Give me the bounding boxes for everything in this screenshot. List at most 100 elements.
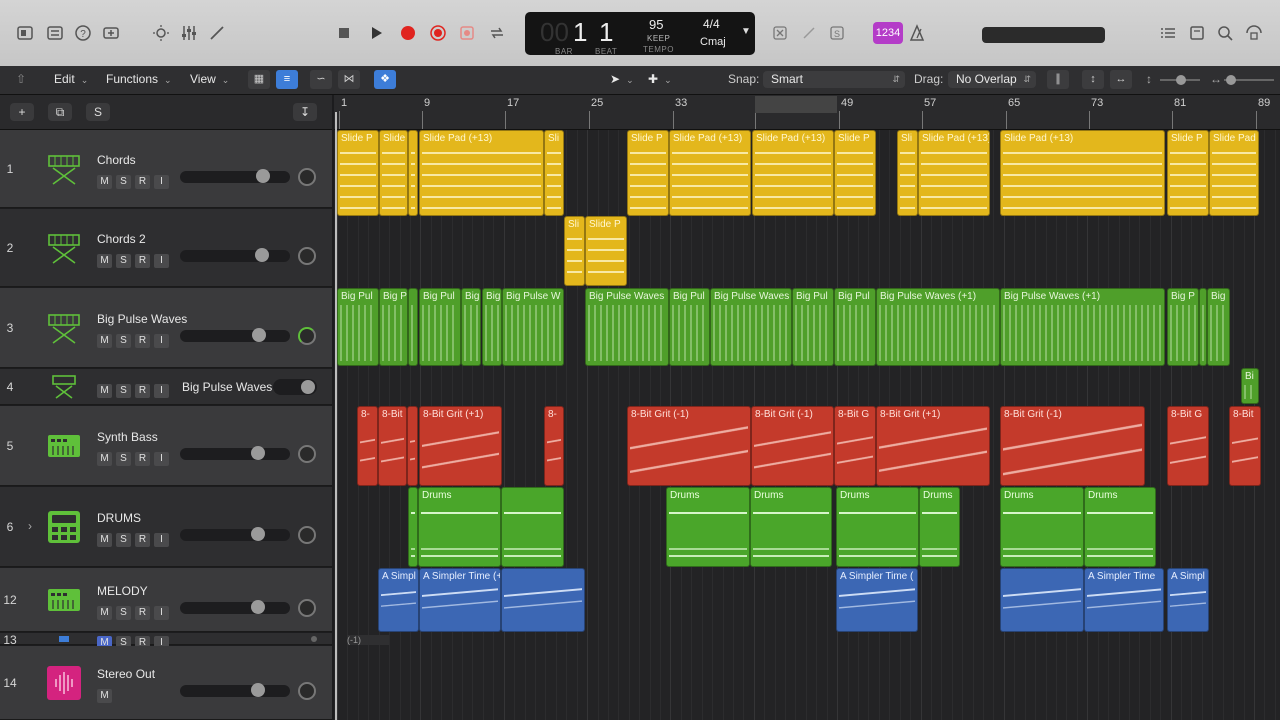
synth-bass-region[interactable] xyxy=(407,406,418,486)
loop-browser-icon[interactable] xyxy=(1243,22,1265,44)
chords-region[interactable]: Slide P xyxy=(337,130,379,216)
track-header[interactable]: 4 Big Pulse Waves M S R I xyxy=(0,369,332,405)
record-enable-button[interactable]: R xyxy=(135,175,150,189)
big-pulse-waves-region[interactable]: Big Pul xyxy=(419,288,461,366)
volume-fader-knob[interactable] xyxy=(255,248,269,262)
track-name[interactable]: Chords xyxy=(97,153,136,167)
big-pulse-waves-region[interactable]: Big Pul xyxy=(337,288,379,366)
inspector-icon[interactable] xyxy=(44,22,66,44)
track-header[interactable]: 5 Synth Bass M S R I xyxy=(0,406,332,486)
synth-bass-region[interactable]: 8- xyxy=(544,406,564,486)
big-pulse-waves-region[interactable]: Big Pulse Waves xyxy=(710,288,792,366)
toggle-knob[interactable] xyxy=(301,380,315,394)
drums-region[interactable] xyxy=(501,487,564,567)
pan-knob[interactable] xyxy=(298,445,316,463)
automation-icon[interactable]: ∽ xyxy=(310,70,332,89)
track-header[interactable]: 14 Stereo Out M xyxy=(0,646,332,720)
cycle-icon[interactable] xyxy=(486,22,508,44)
metronome-icon[interactable] xyxy=(906,22,928,44)
big-pulse-waves-region[interactable]: Big P xyxy=(379,288,408,366)
big-pulse-waves-region[interactable]: Big P xyxy=(1167,288,1199,366)
big-pulse-waves-region[interactable]: Big xyxy=(1207,288,1230,366)
chords-region[interactable]: Slide Pad (+13) xyxy=(1000,130,1165,216)
volume-fader[interactable] xyxy=(180,248,290,262)
track-name[interactable]: Stereo Out xyxy=(97,667,155,681)
input-monitor-button[interactable]: I xyxy=(154,384,169,398)
big-pulse-waves-region[interactable]: Bi xyxy=(1241,368,1259,404)
chords-region[interactable]: Slide Pad (+13) xyxy=(918,130,990,216)
drums-region[interactable]: Drums xyxy=(666,487,750,567)
track-on-off-toggle[interactable] xyxy=(273,379,317,395)
capture-recording-icon[interactable] xyxy=(427,22,449,44)
chords-2-region[interactable]: Sli xyxy=(564,216,585,286)
input-monitor-button[interactable]: I xyxy=(154,452,169,466)
toolbar-icon[interactable] xyxy=(100,22,122,44)
chords-region[interactable]: Slide P xyxy=(834,130,876,216)
big-pulse-waves-region[interactable]: Big Pul xyxy=(792,288,834,366)
record-enable-button[interactable]: R xyxy=(135,533,150,547)
melody-region[interactable]: A Simpl xyxy=(378,568,419,632)
vertical-zoom-slider[interactable] xyxy=(1160,75,1200,85)
chords-region[interactable]: Slide Pad (+13) xyxy=(669,130,751,216)
functions-menu[interactable]: Functions ⌄ xyxy=(106,72,172,86)
big-pulse-waves-region[interactable]: Big Pulse Waves (+1) xyxy=(876,288,1000,366)
synth-bass-region[interactable]: 8-Bit Grit (-1) xyxy=(1000,406,1145,486)
track-header[interactable]: 3 Big Pulse Waves M S R I xyxy=(0,288,332,368)
pan-knob[interactable] xyxy=(298,599,316,617)
replace-icon[interactable] xyxy=(456,22,478,44)
synth-bass-region[interactable]: 8-Bit Grit (-1) xyxy=(751,406,834,486)
track-alignment-icon[interactable]: ↧ xyxy=(293,103,317,121)
input-monitor-button[interactable]: I xyxy=(154,334,169,348)
track-name[interactable]: Big Pulse Waves xyxy=(182,380,272,394)
chords-region[interactable] xyxy=(408,130,418,216)
record-enable-button[interactable]: R xyxy=(135,334,150,348)
catch-playhead-icon[interactable]: ❖ xyxy=(374,70,396,89)
melody-region[interactable] xyxy=(1000,568,1084,632)
tuner-icon[interactable] xyxy=(798,22,820,44)
playhead[interactable] xyxy=(335,112,337,720)
big-pulse-waves-region[interactable]: Big Pulse Waves (+1) xyxy=(1000,288,1165,366)
synth-bass-region[interactable]: 8-Bit Grit (-1) xyxy=(627,406,751,486)
solo-button[interactable]: S xyxy=(116,175,131,189)
chords-region[interactable]: Slide xyxy=(379,130,408,216)
track-name[interactable]: MELODY xyxy=(97,584,148,598)
big-pulse-waves-region[interactable] xyxy=(408,288,418,366)
drums-region[interactable]: Drums xyxy=(750,487,832,567)
vertical-fit-icon[interactable]: ↕ xyxy=(1082,70,1104,89)
lcd-chevron-down-icon[interactable]: ▼ xyxy=(741,26,751,37)
mute-button[interactable]: M xyxy=(97,606,112,620)
volume-fader-knob[interactable] xyxy=(251,527,265,541)
add-track-button[interactable]: + xyxy=(10,103,34,121)
melody-region[interactable]: A Simpler Time (+1) xyxy=(419,568,501,632)
mute-button[interactable]: M xyxy=(97,452,112,466)
chords-region[interactable]: Slide Pad (+13) xyxy=(419,130,544,216)
chords-region[interactable]: Slide P xyxy=(1167,130,1209,216)
waveform-zoom-icon[interactable]: ∥ xyxy=(1047,70,1069,89)
track-header[interactable]: 1 Chords M S R I xyxy=(0,130,332,208)
cycle-region[interactable] xyxy=(755,96,837,113)
duplicate-track-button[interactable]: ⧉ xyxy=(48,103,72,121)
flex-icon[interactable]: ⋈ xyxy=(338,70,360,89)
volume-fader-knob[interactable] xyxy=(251,600,265,614)
stop-icon[interactable] xyxy=(333,22,355,44)
synth-bass-region[interactable]: 8-Bit G xyxy=(1167,406,1209,486)
drums-region[interactable]: Drums xyxy=(1084,487,1156,567)
chords-region[interactable]: Slide Pad (+13) xyxy=(752,130,834,216)
track-header[interactable]: 13 M S R I xyxy=(0,633,332,650)
volume-fader-knob[interactable] xyxy=(252,328,266,342)
volume-fader[interactable] xyxy=(180,328,290,342)
snap-select[interactable]: Smart ⇵ xyxy=(763,71,905,88)
melody-region[interactable]: A Simpler Time xyxy=(1084,568,1164,632)
volume-fader-knob[interactable] xyxy=(256,169,270,183)
track-header[interactable]: 6 › DRUMS M S R I xyxy=(0,487,332,567)
melody-region[interactable] xyxy=(501,568,585,632)
solo-button[interactable]: S xyxy=(116,334,131,348)
lcd-display[interactable]: 00 1 1 BAR BEAT 95 KEEP TEMPO 4/4 Cmaj ▼ xyxy=(525,12,755,56)
input-monitor-button[interactable]: I xyxy=(154,606,169,620)
volume-fader[interactable] xyxy=(180,446,290,460)
big-pulse-waves-region[interactable]: Big Pulse W xyxy=(502,288,564,366)
synth-bass-region[interactable]: 8-Bit Grit (+1) xyxy=(876,406,990,486)
record-enable-button[interactable]: R xyxy=(135,254,150,268)
track-name[interactable]: Chords 2 xyxy=(97,232,146,246)
big-pulse-waves-region[interactable]: Big xyxy=(482,288,502,366)
